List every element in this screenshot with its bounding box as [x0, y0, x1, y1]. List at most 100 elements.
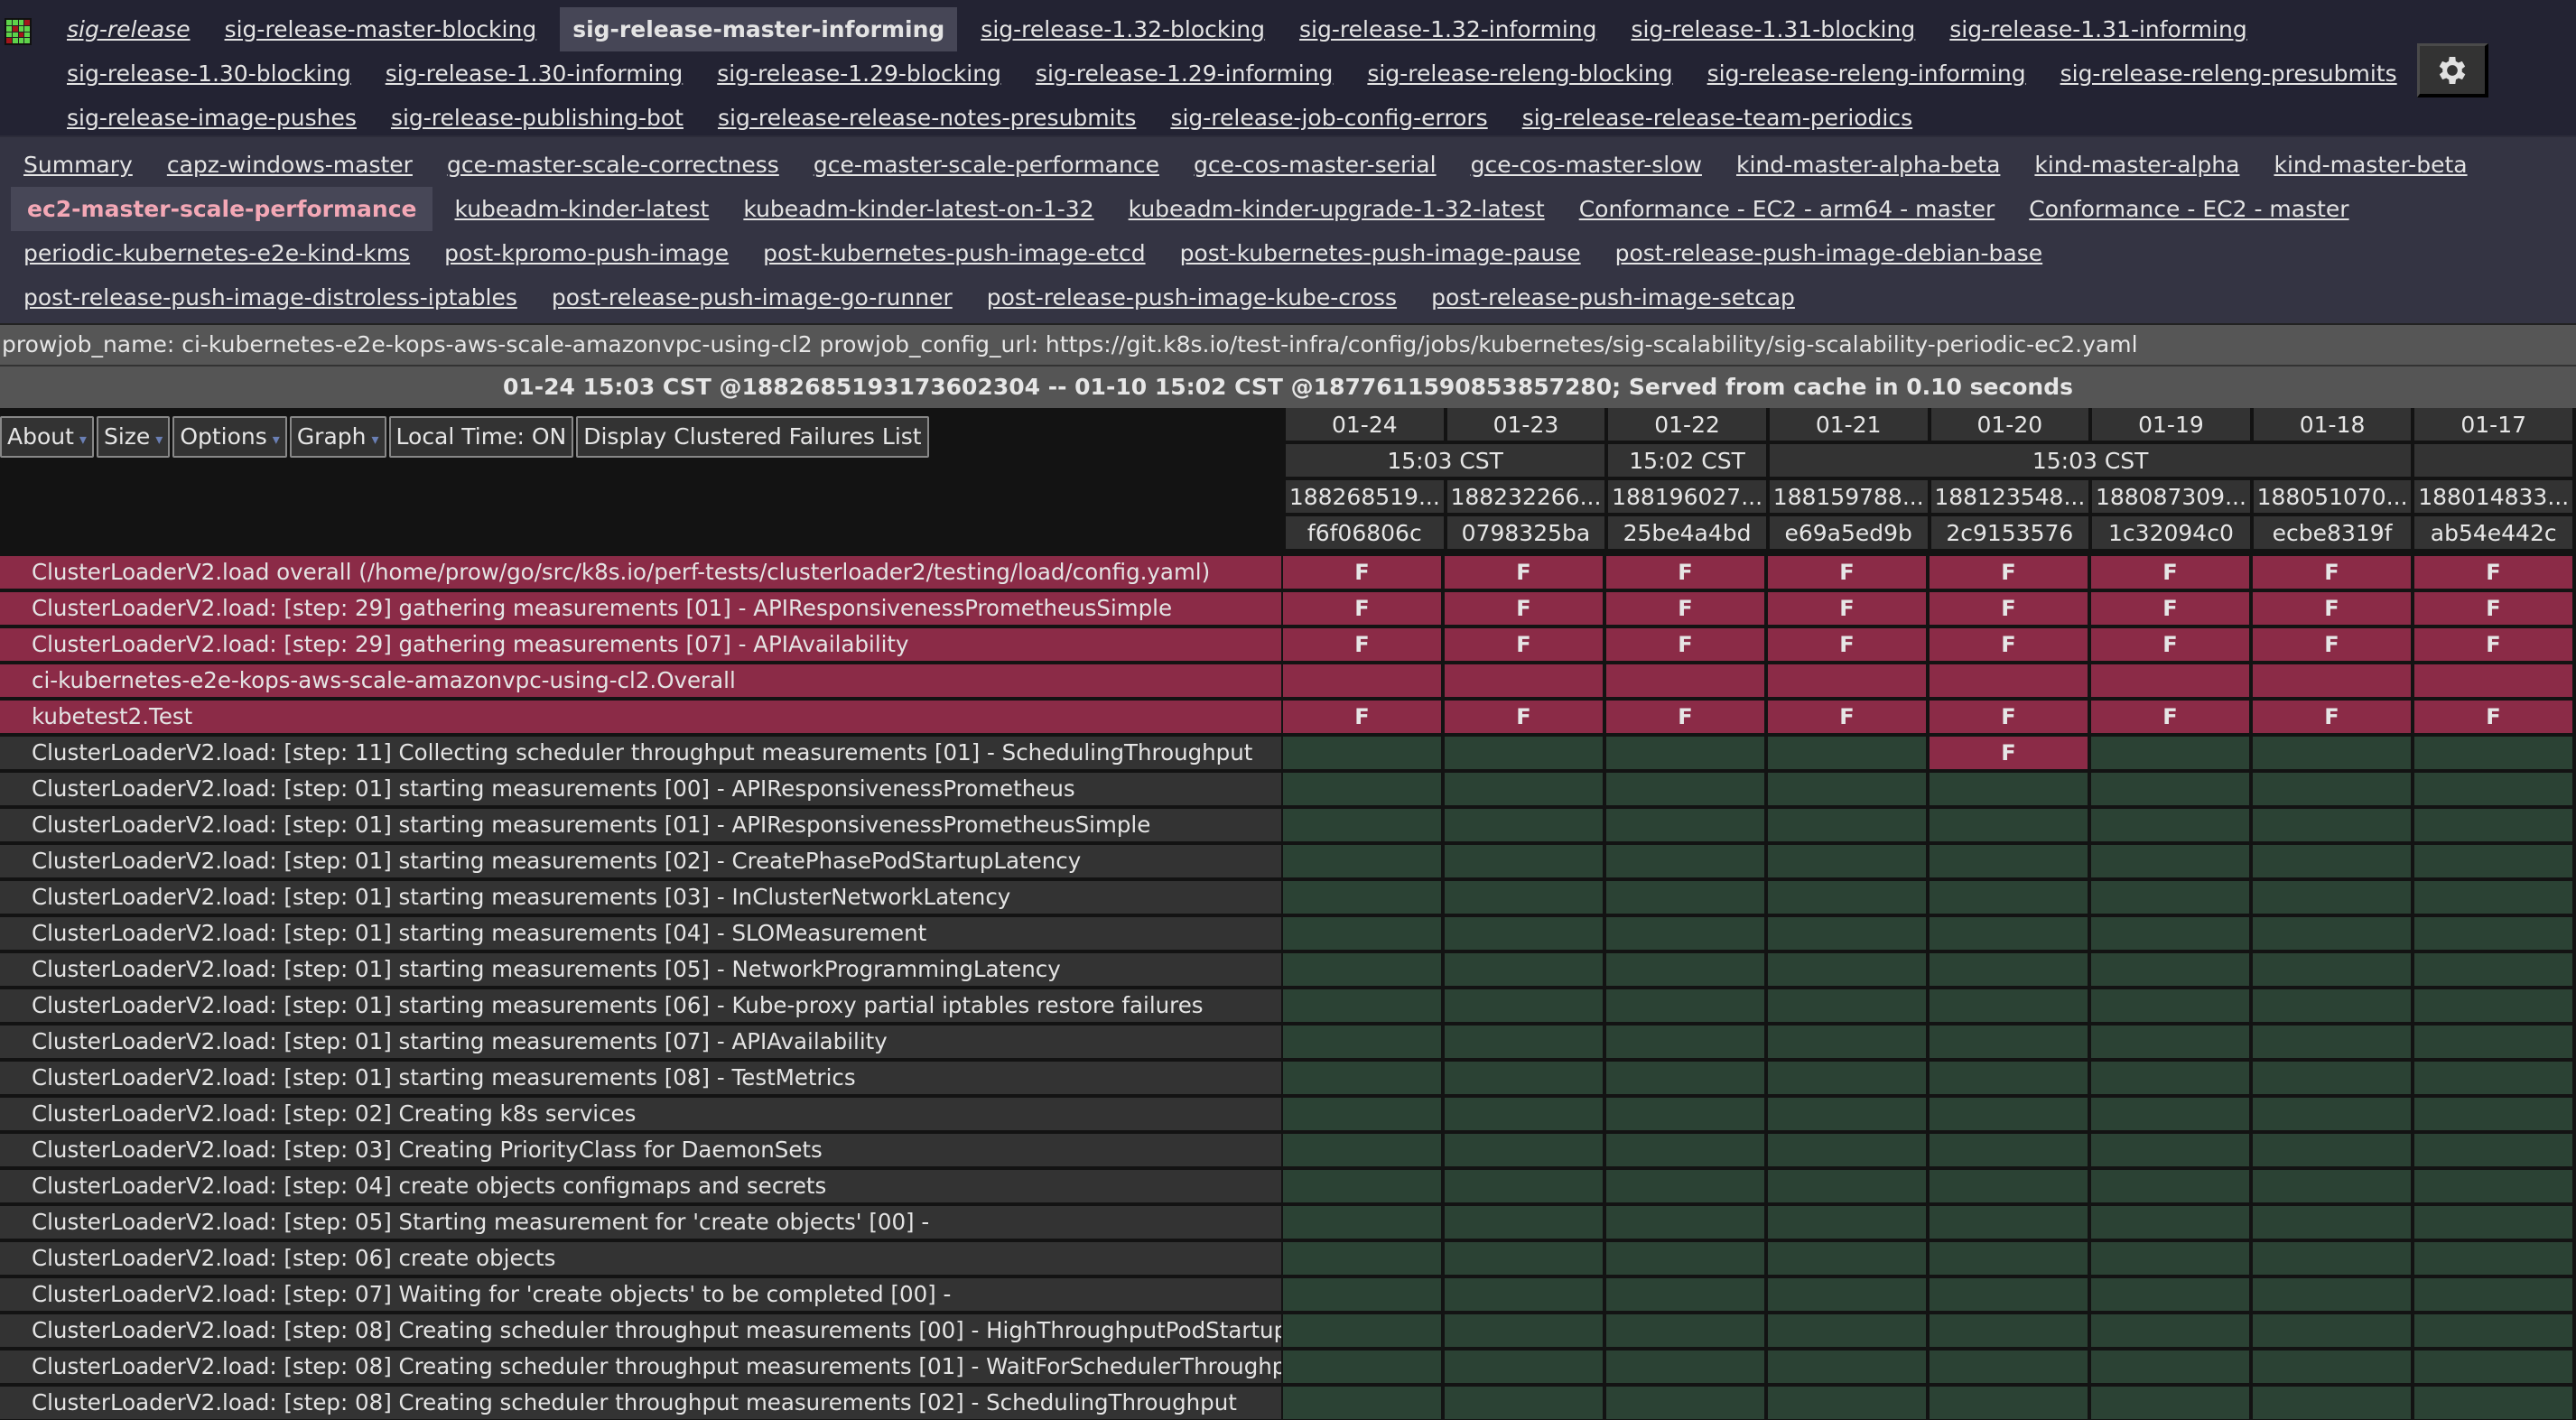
column-build-id[interactable]: 188268519...: [1286, 480, 1444, 513]
result-cell-pass[interactable]: [2253, 881, 2411, 914]
result-cell-pass[interactable]: [1768, 773, 1926, 805]
column-build-id[interactable]: 188232266...: [1446, 480, 1605, 513]
result-cell-fail[interactable]: F: [1768, 592, 1926, 625]
dashboard-tab[interactable]: periodic-kubernetes-e2e-kind-kms: [11, 231, 423, 275]
result-cell-pass[interactable]: [1768, 953, 1926, 986]
result-cell-pass[interactable]: [2414, 845, 2572, 877]
result-cell-pass[interactable]: [1283, 1170, 1441, 1202]
result-cell-pass[interactable]: [1768, 989, 1926, 1022]
dashboard-tab[interactable]: Summary: [11, 143, 145, 187]
dashboard-group-link[interactable]: sig-release-releng-informing: [1697, 51, 2037, 96]
result-cell-fail[interactable]: F: [1768, 556, 1926, 589]
result-cell-fail[interactable]: [2414, 664, 2572, 697]
result-cell-fail[interactable]: F: [1768, 628, 1926, 661]
result-cell-pass[interactable]: [2091, 1026, 2249, 1058]
result-cell-pass[interactable]: [2253, 1242, 2411, 1275]
dashboard-group-link[interactable]: sig-release-1.29-informing: [1025, 51, 1344, 96]
result-cell-pass[interactable]: [1445, 1098, 1603, 1130]
result-cell-pass[interactable]: [2091, 881, 2249, 914]
test-name[interactable]: ClusterLoaderV2.load: [step: 04] create …: [0, 1170, 1281, 1202]
result-cell-fail[interactable]: F: [2091, 556, 2249, 589]
result-cell-pass[interactable]: [1283, 1387, 1441, 1419]
result-cell-fail[interactable]: F: [1930, 592, 2088, 625]
result-cell-pass[interactable]: [1606, 1314, 1764, 1347]
result-cell-pass[interactable]: [1445, 989, 1603, 1022]
dashboard-group-link[interactable]: sig-release-publishing-bot: [380, 96, 694, 140]
result-cell-fail[interactable]: F: [1606, 701, 1764, 733]
result-cell-fail[interactable]: F: [1283, 592, 1441, 625]
result-cell-fail[interactable]: F: [2091, 628, 2249, 661]
result-cell-pass[interactable]: [1445, 1350, 1603, 1383]
result-cell-pass[interactable]: [2253, 1170, 2411, 1202]
result-cell-fail[interactable]: F: [2253, 592, 2411, 625]
result-cell-fail[interactable]: F: [1283, 556, 1441, 589]
result-cell-pass[interactable]: [2091, 1314, 2249, 1347]
result-cell-pass[interactable]: [2253, 737, 2411, 769]
dashboard-group-link[interactable]: sig-release-job-config-errors: [1159, 96, 1498, 140]
result-cell-pass[interactable]: [1768, 1278, 1926, 1311]
result-cell-pass[interactable]: [1445, 773, 1603, 805]
result-cell-pass[interactable]: [2253, 989, 2411, 1022]
result-cell-pass[interactable]: [1606, 845, 1764, 877]
local-time-toggle[interactable]: Local Time: ON: [388, 416, 574, 458]
result-cell-pass[interactable]: [1768, 1062, 1926, 1094]
result-cell-pass[interactable]: [2253, 1206, 2411, 1239]
result-cell-pass[interactable]: [2414, 1278, 2572, 1311]
result-cell-pass[interactable]: [1445, 1278, 1603, 1311]
column-commit[interactable]: 25be4a4bd: [1608, 516, 1766, 549]
result-cell-pass[interactable]: [2253, 1314, 2411, 1347]
result-cell-pass[interactable]: [1445, 1387, 1603, 1419]
result-cell-pass[interactable]: [1606, 1350, 1764, 1383]
result-cell-pass[interactable]: [2414, 809, 2572, 841]
dashboard-group-link[interactable]: sig-release-releng-blocking: [1356, 51, 1683, 96]
result-cell-pass[interactable]: [1930, 1350, 2088, 1383]
dashboard-group-link[interactable]: sig-release-1.31-blocking: [1621, 7, 1927, 51]
dashboard-group-link[interactable]: sig-release-releng-presubmits: [2050, 51, 2408, 96]
dashboard-tab[interactable]: kubeadm-kinder-latest-on-1-32: [730, 187, 1106, 231]
result-cell-pass[interactable]: [1930, 1314, 2088, 1347]
result-cell-pass[interactable]: [2414, 773, 2572, 805]
column-commit[interactable]: ecbe8319f: [2253, 516, 2412, 549]
test-name[interactable]: ClusterLoaderV2.load: [step: 29] gatheri…: [0, 628, 1281, 661]
result-cell-pass[interactable]: [2091, 953, 2249, 986]
result-cell-pass[interactable]: [2091, 1206, 2249, 1239]
result-cell-pass[interactable]: [1445, 953, 1603, 986]
test-name[interactable]: ClusterLoaderV2.load: [step: 02] Creatin…: [0, 1098, 1281, 1130]
result-cell-pass[interactable]: [2414, 1314, 2572, 1347]
result-cell-pass[interactable]: [1445, 737, 1603, 769]
column-commit[interactable]: e69a5ed9b: [1769, 516, 1928, 549]
result-cell-fail[interactable]: F: [1606, 556, 1764, 589]
result-cell-pass[interactable]: [1283, 1062, 1441, 1094]
result-cell-fail[interactable]: F: [1930, 556, 2088, 589]
result-cell-fail[interactable]: F: [2414, 628, 2572, 661]
result-cell-pass[interactable]: [1283, 809, 1441, 841]
result-cell-fail[interactable]: F: [1445, 556, 1603, 589]
result-cell-pass[interactable]: [1606, 737, 1764, 769]
result-cell-pass[interactable]: [1445, 1134, 1603, 1166]
result-cell-pass[interactable]: [1283, 881, 1441, 914]
result-cell-pass[interactable]: [2091, 1134, 2249, 1166]
settings-button[interactable]: [2417, 43, 2488, 97]
result-cell-pass[interactable]: [1283, 1026, 1441, 1058]
test-name[interactable]: ci-kubernetes-e2e-kops-aws-scale-amazonv…: [0, 664, 1281, 697]
column-commit[interactable]: 1c32094c0: [2092, 516, 2250, 549]
dashboard-tab[interactable]: post-release-push-image-go-runner: [539, 275, 965, 320]
result-cell-pass[interactable]: [2253, 1062, 2411, 1094]
result-cell-fail[interactable]: F: [2414, 556, 2572, 589]
column-build-id[interactable]: 188196027...: [1608, 480, 1766, 513]
dashboard-tab[interactable]: post-kubernetes-push-image-pause: [1167, 231, 1594, 275]
result-cell-pass[interactable]: [1930, 1170, 2088, 1202]
test-name[interactable]: ClusterLoaderV2.load: [step: 01] startin…: [0, 1026, 1281, 1058]
result-cell-fail[interactable]: F: [1606, 628, 1764, 661]
result-cell-pass[interactable]: [1930, 917, 2088, 950]
result-cell-pass[interactable]: [1283, 845, 1441, 877]
result-cell-pass[interactable]: [2414, 989, 2572, 1022]
result-cell-pass[interactable]: [1606, 881, 1764, 914]
result-cell-pass[interactable]: [2091, 1278, 2249, 1311]
result-cell-pass[interactable]: [1768, 881, 1926, 914]
result-cell-pass[interactable]: [2091, 1350, 2249, 1383]
dashboard-tab[interactable]: kind-master-alpha-beta: [1724, 143, 2013, 187]
dashboard-tab[interactable]: post-release-push-image-kube-cross: [974, 275, 1409, 320]
result-cell-pass[interactable]: [2253, 917, 2411, 950]
test-name[interactable]: ClusterLoaderV2.load: [step: 01] startin…: [0, 917, 1281, 950]
